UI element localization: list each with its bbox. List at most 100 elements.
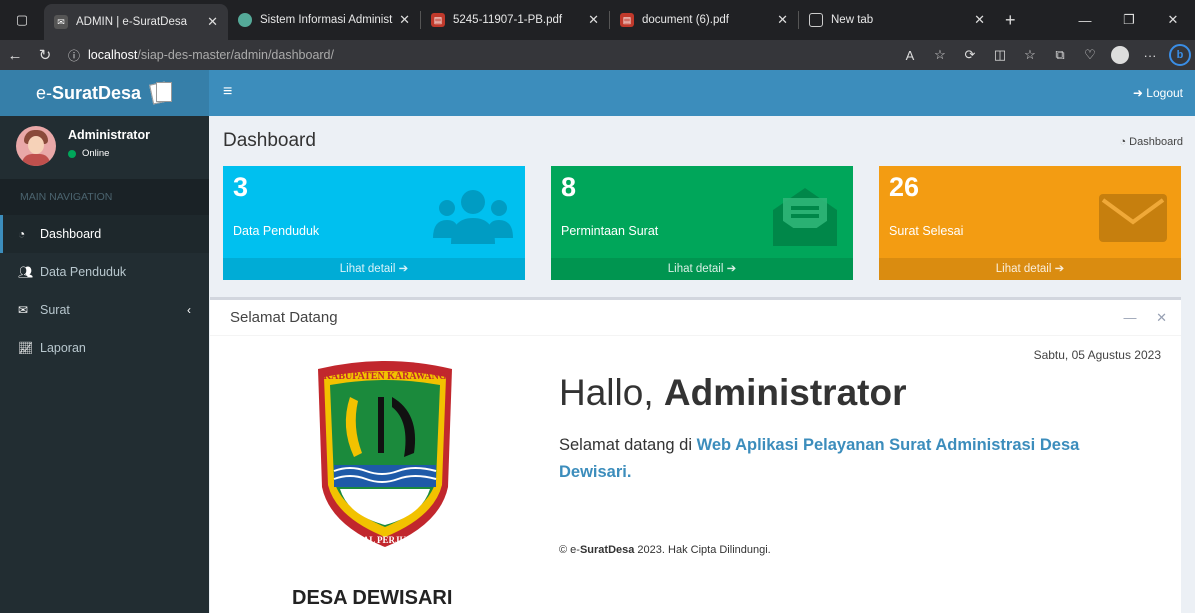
sidebar-item-dashboard[interactable]: ◔ Dashboard — [0, 215, 209, 253]
pdf-icon: ▤ — [620, 13, 634, 27]
favorites-icon[interactable]: ☆ — [1015, 47, 1045, 63]
stat-box-surat-selesai: 26 Surat Selesai Lihat detail ➔ — [879, 166, 1181, 280]
link-label: Lihat detail — [995, 263, 1052, 275]
link-label: Lihat detail — [667, 263, 724, 275]
copyright-prefix: © e- — [559, 544, 580, 556]
welcome-box: Selamat Datang — ✕ Sabtu, 05 Agustus 202… — [210, 297, 1181, 613]
breadcrumb[interactable]: ◔ Dashboard — [1119, 136, 1183, 148]
tab-pdf-1[interactable]: ▤ 5245-11907-1-PB.pdf ✕ — [421, 4, 609, 36]
logo-prefix: e- — [35, 82, 52, 103]
close-icon[interactable]: ✕ — [974, 12, 985, 28]
stat-box-data-penduduk: 3 Data Penduduk Lihat detail ➔ — [223, 166, 525, 280]
welcome-prefix: Selamat datang di — [559, 436, 697, 454]
sidebar-item-surat[interactable]: ✉ Surat ‹ — [0, 291, 209, 329]
arrow-circle-right-icon: ➔ — [1054, 263, 1065, 275]
newtab-icon — [809, 13, 823, 27]
new-tab-button[interactable]: + — [1005, 10, 1016, 31]
app-logo[interactable]: e- SuratDesa — [0, 70, 209, 116]
tab-bar: ▢ ✉ ADMIN | e-SuratDesa ✕ Sistem Informa… — [0, 0, 1195, 40]
profile-avatar-icon[interactable] — [1111, 46, 1129, 64]
user-status-label: Online — [82, 148, 110, 159]
avatar — [16, 126, 56, 166]
close-icon[interactable]: ✕ — [777, 12, 788, 28]
tab-title: Sistem Informasi Administras — [260, 14, 393, 26]
read-aloud-icon[interactable]: A — [895, 48, 925, 63]
users-icon — [433, 190, 513, 244]
online-dot-icon — [68, 149, 76, 158]
close-icon[interactable]: ✕ — [399, 12, 410, 28]
tab-title: ADMIN | e-SuratDesa — [76, 16, 187, 28]
greeting: Hallo, Administrator — [559, 372, 906, 414]
tab-pdf-2[interactable]: ▤ document (6).pdf ✕ — [610, 4, 798, 36]
collections-icon[interactable]: ⧉ — [1045, 47, 1075, 63]
main-content: Dashboard ◔ Dashboard 3 Data Penduduk Li… — [209, 116, 1195, 613]
stat-label: Permintaan Surat — [561, 224, 659, 238]
user-panel: Administrator Online — [0, 116, 209, 179]
minimize-icon[interactable]: — — [1123, 310, 1136, 325]
breadcrumb-label: Dashboard — [1129, 136, 1183, 148]
tab-actions-icon[interactable]: ▢ — [0, 0, 44, 40]
minimize-icon[interactable]: — — [1063, 13, 1107, 28]
refresh-icon[interactable]: ↻ — [30, 46, 60, 64]
logout-button[interactable]: ➜ Logout — [1133, 86, 1183, 100]
desa-name: DESA DEWISARI — [292, 587, 453, 609]
documents-icon — [149, 80, 173, 106]
health-icon[interactable]: ♡ — [1075, 47, 1105, 63]
stat-box-permintaan-surat: 8 Permintaan Surat Lihat detail ➔ — [551, 166, 853, 280]
sign-out-icon: ➜ — [1132, 86, 1143, 100]
user-name: Administrator — [68, 128, 150, 142]
restore-icon[interactable]: ❐ — [1107, 12, 1151, 28]
stat-detail-link[interactable]: Lihat detail ➔ — [551, 258, 853, 280]
envelope-open-icon — [773, 188, 837, 246]
welcome-text: Selamat datang di Web Aplikasi Pelayanan… — [559, 432, 1149, 486]
users-icon: 👥︎ — [18, 265, 34, 279]
stat-value: 3 — [233, 172, 249, 202]
copyright-suffix: 2023. Hak Cipta Dilindungi. — [634, 544, 771, 556]
favorite-star-icon[interactable]: ☆ — [925, 47, 955, 63]
close-icon[interactable]: ✕ — [1156, 310, 1167, 325]
address-toolbar: ← ↻ ⓘ localhost /siap-des-master/admin/d… — [0, 40, 1195, 70]
pdf-icon: ▤ — [431, 13, 445, 27]
tab-title: document (6).pdf — [642, 14, 729, 26]
stat-detail-link[interactable]: Lihat detail ➔ — [879, 258, 1181, 280]
chart-icon: 📈︎ — [18, 341, 34, 355]
top-navbar: ≡ ➜ Logout — [209, 70, 1195, 116]
emblem-top-text: KABUPATEN KARAWANG — [323, 371, 446, 382]
bing-icon[interactable]: b — [1169, 44, 1191, 66]
box-header: Selamat Datang — ✕ — [210, 300, 1181, 336]
sidebar-item-laporan[interactable]: 📈︎ Laporan — [0, 329, 209, 367]
stat-label: Data Penduduk — [233, 224, 320, 238]
tab-newtab[interactable]: New tab ✕ — [799, 4, 995, 36]
sidebar-item-label: Data Penduduk — [40, 265, 127, 279]
app: e- SuratDesa ≡ ➜ Logout Administrator On… — [0, 70, 1195, 613]
info-icon[interactable]: ⓘ — [68, 47, 80, 64]
tab-sistem[interactable]: Sistem Informasi Administras ✕ — [228, 4, 420, 36]
envelope-icon — [1099, 194, 1167, 242]
stat-label: Surat Selesai — [889, 224, 964, 238]
sidebar-item-data-penduduk[interactable]: 👥︎ Data Penduduk — [0, 253, 209, 291]
copyright: © e-SuratDesa 2023. Hak Cipta Dilindungi… — [559, 544, 771, 556]
admin-favicon-icon: ✉ — [54, 15, 68, 29]
more-menu-icon[interactable]: ··· — [1135, 48, 1165, 63]
karawang-emblem-icon: KABUPATEN KARAWANG PANGKAL PERJUANGAN — [318, 361, 452, 547]
back-icon[interactable]: ← — [0, 47, 30, 64]
split-screen-icon[interactable]: ◫ — [985, 47, 1015, 63]
extensions-icon[interactable]: ⟳ — [955, 47, 985, 63]
close-icon[interactable]: ✕ — [207, 14, 218, 30]
tab-admin[interactable]: ✉ ADMIN | e-SuratDesa ✕ — [44, 4, 228, 40]
dashboard-icon: ◔ — [18, 227, 26, 241]
arrow-circle-right-icon: ➔ — [726, 263, 737, 275]
sidebar-item-label: Laporan — [40, 341, 86, 355]
envelope-icon: ✉ — [18, 303, 29, 317]
url-path: /siap-des-master/admin/dashboard/ — [137, 48, 334, 62]
sidebar-toggle-icon[interactable]: ≡ — [223, 83, 232, 101]
stat-detail-link[interactable]: Lihat detail ➔ — [223, 258, 525, 280]
logout-label: Logout — [1146, 86, 1183, 100]
greeting-prefix: Hallo, — [559, 372, 664, 413]
window-close-icon[interactable]: ✕ — [1151, 12, 1195, 28]
site-favicon-icon — [238, 13, 252, 27]
tab-title: 5245-11907-1-PB.pdf — [453, 14, 563, 26]
link-label: Lihat detail — [339, 263, 396, 275]
close-icon[interactable]: ✕ — [588, 12, 599, 28]
address-bar[interactable]: ⓘ localhost /siap-des-master/admin/dashb… — [60, 47, 895, 64]
